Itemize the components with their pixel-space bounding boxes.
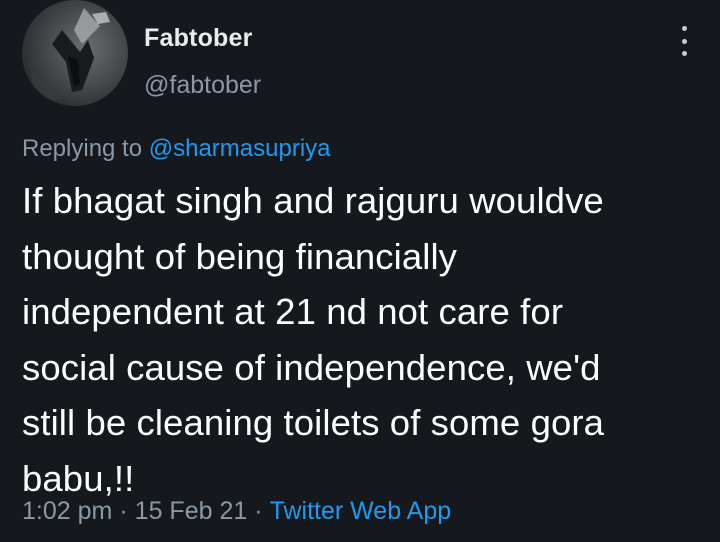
tweet-time[interactable]: 1:02 pm [22, 497, 112, 525]
reply-mention-link[interactable]: @sharmasupriya [149, 135, 331, 162]
tweet-meta: 1:02 pm · 15 Feb 21 · Twitter Web App [22, 497, 451, 526]
meta-separator: · [119, 497, 128, 525]
tweet-date[interactable]: 15 Feb 21 [135, 497, 248, 525]
more-dot [681, 51, 687, 56]
author-avatar[interactable] [22, 0, 128, 106]
tweet-text: If bhagat singh and rajguru wouldve thou… [22, 180, 605, 499]
meta-separator: · [254, 497, 263, 525]
reply-context: Replying to @sharmasupriya [22, 135, 331, 163]
tweet-card: Fabtober @fabtober Replying to @sharmasu… [0, 0, 720, 542]
reply-prefix: Replying to [22, 135, 143, 162]
more-options-icon[interactable] [672, 26, 696, 56]
more-dot [681, 38, 687, 44]
more-dot [681, 26, 687, 31]
avatar-image-icon [32, 8, 110, 100]
author-handle[interactable]: @fabtober [144, 71, 261, 100]
author-display-name[interactable]: Fabtober [144, 24, 253, 53]
tweet-source-link[interactable]: Twitter Web App [270, 497, 452, 525]
